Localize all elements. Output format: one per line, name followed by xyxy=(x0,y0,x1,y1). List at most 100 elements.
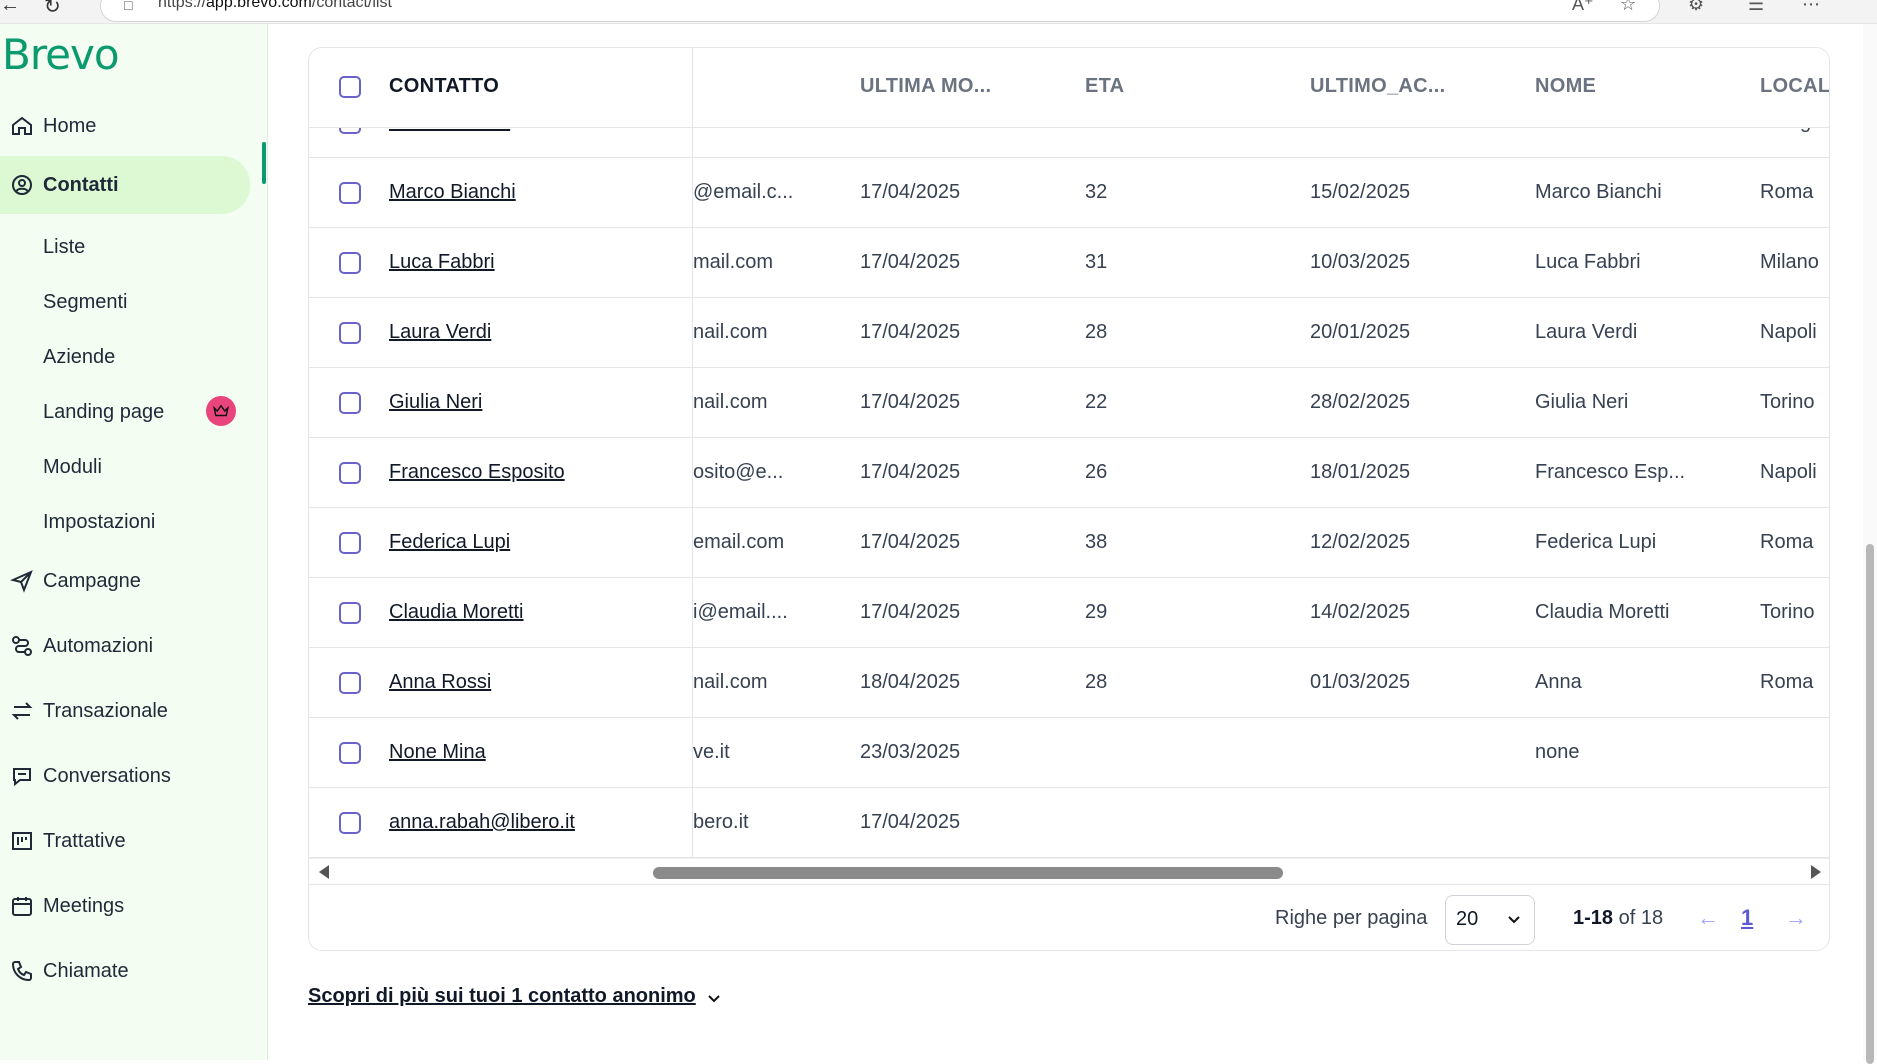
row-checkbox[interactable] xyxy=(339,322,361,344)
cell-nome: Federica Lupi xyxy=(1535,531,1657,553)
cell-ultima-modifica: 17/04/2025 xyxy=(860,531,961,553)
sidebar-item-transazionale[interactable]: Transazionale xyxy=(0,683,250,739)
contact-name-link[interactable]: Federica Lupi xyxy=(389,531,510,554)
anonymous-contacts-link[interactable]: Scopri di più sui tuoi 1 contatto anonim… xyxy=(308,985,696,1008)
row-checkbox[interactable] xyxy=(339,812,361,834)
rows-per-page-select[interactable]: 20 xyxy=(1445,895,1535,945)
sidebar-item-trattative[interactable]: Trattative xyxy=(0,813,250,869)
table-row[interactable]: Federica Lupi email.com 17/04/2025 38 12/02/… xyxy=(309,508,1829,578)
sidebar-item-chiamate[interactable]: Chiamate xyxy=(0,943,250,999)
table-row[interactable]: Francesco Esposito osito@e... 17/04/2025 26… xyxy=(309,438,1829,508)
cell-eta: 28 xyxy=(1085,321,1108,343)
cell-ultimo-acquisto: 20/01/2025 xyxy=(1310,321,1411,343)
table-row[interactable]: Luca Fabbri mail.com 17/04/2025 31 10/03/202… xyxy=(309,228,1829,298)
column-header-ultima-modifica[interactable]: ULTIMA MO... xyxy=(860,75,991,98)
sidebar-item-label: Meetings xyxy=(43,894,125,917)
cell-nome: Laura Verdi xyxy=(1535,321,1638,343)
previous-page-icon[interactable]: ← xyxy=(1697,905,1719,931)
sidebar-item-label: Trattative xyxy=(43,829,126,852)
reload-icon[interactable]: ↻ xyxy=(44,0,61,19)
scroll-right-arrow-icon[interactable] xyxy=(1811,865,1821,879)
sidebar-subitem-liste[interactable]: Liste xyxy=(43,236,85,259)
sidebar-item-contatti[interactable]: Contatti xyxy=(0,156,250,214)
contact-name-link[interactable]: Claudia Moretti xyxy=(389,601,524,624)
sidebar-subitem-landing-page[interactable]: Landing page xyxy=(43,401,164,424)
table-row[interactable]: Claudia Moretti i@email.... 17/04/2025 29 14… xyxy=(309,578,1829,648)
more-menu-icon[interactable]: ⋯ xyxy=(1802,0,1820,15)
cell-eta: 28 xyxy=(1085,671,1108,693)
table-row[interactable]: anna.rabah@libero.it bero.it 17/04/2025 xyxy=(309,788,1829,858)
sidebar-subitem-segmenti[interactable]: Segmenti xyxy=(43,291,128,314)
sidebar-item-home[interactable]: Home xyxy=(0,98,250,154)
favorite-star-icon[interactable]: ☆ xyxy=(1620,0,1636,15)
contact-name-link[interactable]: Giulia Neri xyxy=(389,391,482,414)
pagination-range: 1-18 of 18 xyxy=(1573,907,1664,929)
scrollbar-thumb[interactable] xyxy=(653,867,1283,879)
row-checkbox[interactable] xyxy=(339,742,361,764)
sidebar-item-campagne[interactable]: Campagne xyxy=(0,553,250,609)
page-scrollbar-thumb[interactable] xyxy=(1866,544,1874,1064)
sidebar-item-label: Transazionale xyxy=(43,699,168,722)
sticky-column-divider xyxy=(692,48,693,858)
row-checkbox[interactable] xyxy=(339,392,361,414)
table-row[interactable]: Laura Verdi nail.com 17/04/2025 28 20/01/202… xyxy=(309,298,1829,368)
active-indicator xyxy=(262,142,266,184)
brevo-logo[interactable]: Brevo xyxy=(2,30,120,79)
cell-ultimo-acquisto: 28/02/2025 xyxy=(1310,391,1411,413)
cell-localita: Napoli xyxy=(1760,461,1817,483)
row-checkbox[interactable] xyxy=(339,252,361,274)
contact-name-link[interactable]: Marco Bianchi xyxy=(389,181,516,204)
horizontal-scrollbar[interactable] xyxy=(309,858,1829,884)
cell-ultimo-acquisto: 10/03/2025 xyxy=(1310,251,1411,273)
sidebar-item-label: Conversations xyxy=(43,764,171,787)
site-info-icon[interactable]: □ xyxy=(124,0,132,13)
extensions-icon[interactable]: ⚙ xyxy=(1688,0,1704,15)
cell-localita: Roma xyxy=(1760,671,1814,693)
contact-name-link[interactable]: Anna Rossi xyxy=(389,671,491,694)
cell-nome: none xyxy=(1535,741,1580,763)
sidebar-subitem-aziende[interactable]: Aziende xyxy=(43,346,115,369)
contact-name-link[interactable]: anna.rabah@libero.it xyxy=(389,811,575,834)
column-header-contatto[interactable]: CONTATTO xyxy=(389,75,499,98)
cell-email: mail.com xyxy=(693,251,774,273)
chat-icon xyxy=(0,764,43,788)
row-checkbox[interactable] xyxy=(339,602,361,624)
contact-name-link[interactable]: Laura Verdi xyxy=(389,321,491,344)
column-header-eta[interactable]: ETA xyxy=(1085,75,1124,98)
column-header-ultimo-acquisto[interactable]: ULTIMO_AC... xyxy=(1310,75,1445,98)
cell-nome: Marco Bianchi xyxy=(1535,181,1662,203)
contact-name-link[interactable]: Francesco Esposito xyxy=(389,461,565,484)
row-checkbox[interactable] xyxy=(339,532,361,554)
sidebar-item-label: Automazioni xyxy=(43,634,154,657)
table-row[interactable]: Marco Bianchi @email.c... 17/04/2025 32 15/0… xyxy=(309,158,1829,228)
sidebar-subitem-impostazioni[interactable]: Impostazioni xyxy=(43,511,155,534)
sidebar-item-conversations[interactable]: Conversations xyxy=(0,748,250,804)
row-checkbox[interactable] xyxy=(339,182,361,204)
contact-name-link[interactable]: Luca Fabbri xyxy=(389,251,495,274)
column-header-localita[interactable]: LOCAL xyxy=(1760,75,1829,98)
contact-name-link[interactable]: None Mina xyxy=(389,741,486,764)
cell-ultima-modifica: 17/04/2025 xyxy=(860,461,961,483)
sidebar-subitem-moduli[interactable]: Moduli xyxy=(43,456,102,479)
sidebar-item-automazioni[interactable]: Automazioni xyxy=(0,618,250,674)
rows-per-page-value: 20 xyxy=(1456,908,1479,930)
column-header-nome[interactable]: NOME xyxy=(1535,75,1596,98)
sidebar-item-meetings[interactable]: Meetings xyxy=(0,878,250,934)
select-all-checkbox[interactable] xyxy=(339,76,361,98)
table-row[interactable]: Giulia Neri nail.com 17/04/2025 22 28/02/202… xyxy=(309,368,1829,438)
page-scrollbar[interactable] xyxy=(1863,24,1877,1064)
send-icon xyxy=(0,569,43,593)
row-checkbox[interactable] xyxy=(339,672,361,694)
table-row[interactable]: None Mina ve.it 23/03/2025 none xyxy=(309,718,1829,788)
back-icon[interactable]: ← xyxy=(0,0,20,17)
table-row[interactable]: Anna Rossi nail.com 18/04/2025 28 01/03/2025… xyxy=(309,648,1829,718)
sidebar-item-label: Chiamate xyxy=(43,959,129,982)
favorites-list-icon[interactable]: ☰ xyxy=(1748,0,1764,15)
chevron-down-icon[interactable] xyxy=(706,990,722,1006)
page-number-link[interactable]: 1 xyxy=(1741,905,1753,931)
scroll-left-arrow-icon[interactable] xyxy=(319,865,329,879)
next-page-icon[interactable]: → xyxy=(1785,905,1807,931)
url-text[interactable]: https://app.brevo.com/contact/list xyxy=(158,0,392,12)
row-checkbox[interactable] xyxy=(339,462,361,484)
read-aloud-icon[interactable]: A⁺ xyxy=(1572,0,1594,15)
